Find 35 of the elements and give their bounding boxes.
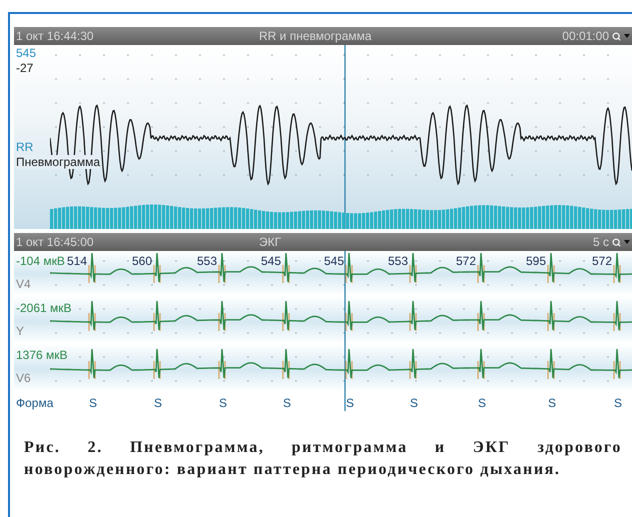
beat-form: S bbox=[218, 396, 228, 410]
time-scale: 5 с bbox=[592, 236, 609, 248]
panel-title: RR и пневмограмма bbox=[259, 30, 372, 42]
rr-interval: 553 bbox=[386, 254, 408, 268]
lead-scale: 1376 мкВ bbox=[16, 348, 68, 362]
form-label: Форма bbox=[16, 396, 54, 410]
lead-scale: -104 мкВ bbox=[16, 254, 65, 268]
channel-label: Пневмограмма bbox=[16, 155, 100, 169]
beat-form: S bbox=[152, 396, 163, 410]
lead-name: Y bbox=[16, 324, 24, 338]
beat-form: S bbox=[612, 396, 623, 410]
scale-max: 545 bbox=[16, 46, 36, 60]
figure-caption: Рис. 2. Пневмограмма, ритмограмма и ЭКГ здорового новорожденного: вариант паттерна периодического дыхания. bbox=[24, 438, 622, 480]
lead-name: V6 bbox=[16, 371, 31, 385]
time-scale: 00:01:00 bbox=[562, 30, 609, 42]
rr-interval: 572 bbox=[454, 254, 476, 268]
panel-title: ЭКГ bbox=[259, 236, 282, 248]
beat-form: S bbox=[546, 396, 557, 410]
rr-interval: 545 bbox=[260, 254, 281, 268]
beat-form: S bbox=[282, 396, 292, 410]
rr-interval: 560 bbox=[130, 254, 152, 268]
channel-label: RR bbox=[16, 140, 34, 154]
lead-name: V4 bbox=[16, 277, 31, 291]
beat-form: S bbox=[344, 396, 355, 410]
timestamp: 1 окт 16:44:30 bbox=[16, 30, 94, 42]
rr-interval: 545 bbox=[322, 254, 344, 268]
rr-interval: 553 bbox=[196, 254, 217, 268]
scale-min: -27 bbox=[16, 61, 34, 75]
rr-interval: 572 bbox=[590, 254, 612, 268]
rr-interval: 595 bbox=[524, 254, 546, 268]
timestamp: 1 окт 16:45:00 bbox=[16, 236, 94, 248]
beat-form: S bbox=[88, 396, 98, 410]
lead-scale: -2061 мкВ bbox=[16, 301, 72, 315]
beat-form: S bbox=[476, 396, 487, 410]
beat-form: S bbox=[408, 396, 419, 410]
